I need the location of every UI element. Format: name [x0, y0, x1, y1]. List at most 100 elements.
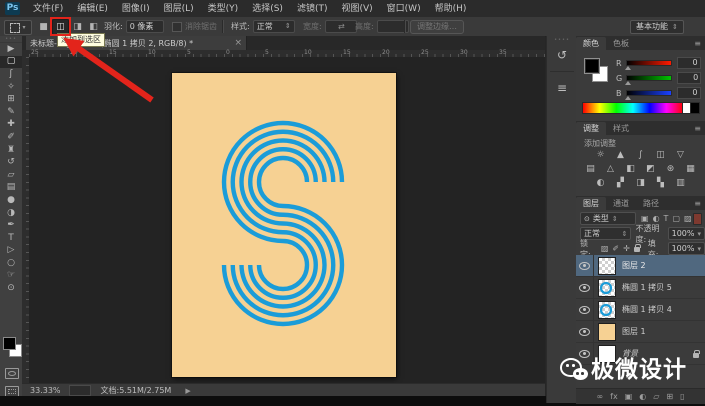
- tool-move-tool[interactable]: ▶: [0, 43, 22, 56]
- exposure-icon[interactable]: ◫: [654, 149, 667, 160]
- tool-lasso-tool[interactable]: ʃ: [0, 68, 22, 81]
- tab-channels[interactable]: 通道: [606, 197, 636, 210]
- tool-blur-tool[interactable]: ●: [0, 194, 22, 207]
- photo-filter-icon[interactable]: ◩: [644, 163, 657, 174]
- menu-item-image[interactable]: 图像(I): [115, 1, 157, 17]
- visibility-cell[interactable]: [576, 299, 594, 320]
- toolbar-grip[interactable]: •••: [0, 36, 22, 43]
- layer-thumbnail[interactable]: [598, 278, 616, 297]
- tool-path-selection-tool[interactable]: ▷: [0, 245, 22, 258]
- subtract-from-selection-button[interactable]: ◨: [70, 20, 85, 34]
- channel-slider[interactable]: [624, 60, 672, 70]
- lock-all-icon[interactable]: [633, 244, 641, 252]
- status-scrub-box[interactable]: [68, 385, 91, 396]
- tool-quick-selection-tool[interactable]: ✧: [0, 81, 22, 94]
- new-adjustment-layer-icon[interactable]: ◐: [639, 392, 646, 401]
- filter-smart-objects-icon[interactable]: ▨: [684, 214, 692, 223]
- layer-filter-type-select[interactable]: ⊙ 类型 ⇕: [580, 212, 636, 225]
- menu-item-select[interactable]: 选择(S): [245, 1, 290, 17]
- lock-image-pixels-icon[interactable]: ✐: [612, 244, 619, 253]
- tab-adjustments[interactable]: 调整: [576, 122, 606, 135]
- layer-row[interactable]: 图层 1: [576, 321, 705, 343]
- channel-slider[interactable]: [625, 75, 673, 85]
- canvas[interactable]: [172, 73, 396, 377]
- eye-icon[interactable]: [579, 305, 590, 314]
- color-balance-icon[interactable]: △: [604, 163, 617, 174]
- antialias-checkbox[interactable]: [172, 21, 182, 32]
- tool-preset-picker[interactable]: ▾: [4, 20, 32, 35]
- hue-saturation-icon[interactable]: ▤: [584, 163, 597, 174]
- tool-gradient-tool[interactable]: ▤: [0, 182, 22, 195]
- new-selection-button[interactable]: ■: [36, 20, 51, 34]
- tool-eyedropper-tool[interactable]: ✎: [0, 106, 22, 119]
- tab-styles[interactable]: 样式: [606, 122, 636, 135]
- eye-icon[interactable]: [579, 283, 590, 292]
- lock-position-icon[interactable]: ✛: [623, 244, 630, 253]
- channel-value-field[interactable]: 0: [677, 72, 702, 84]
- menu-item-window[interactable]: 窗口(W): [380, 1, 428, 17]
- vibrance-icon[interactable]: ▽: [674, 149, 687, 160]
- tool-hand-tool[interactable]: ☞: [0, 270, 22, 283]
- tool-rectangular-marquee-tool[interactable]: ▢: [0, 55, 22, 69]
- tool-ellipse-tool[interactable]: ○: [0, 257, 22, 270]
- visibility-cell[interactable]: [576, 277, 594, 298]
- opacity-select[interactable]: 100% ▾: [667, 227, 705, 240]
- selective-color-icon[interactable]: ▚: [654, 177, 667, 188]
- tool-clone-stamp-tool[interactable]: ♜: [0, 144, 22, 157]
- slider-marker-icon[interactable]: [624, 96, 631, 100]
- tab-color[interactable]: 颜色: [576, 37, 606, 50]
- foreground-color-swatch[interactable]: [584, 58, 600, 74]
- black-white-icon[interactable]: ◧: [624, 163, 637, 174]
- properties-panel-icon[interactable]: ≡: [547, 76, 577, 100]
- tool-eraser-tool[interactable]: ▱: [0, 169, 22, 182]
- delete-layer-icon[interactable]: ▯: [680, 392, 684, 401]
- new-group-icon[interactable]: ▱: [653, 392, 659, 401]
- tool-healing-brush-tool[interactable]: ✚: [0, 119, 22, 132]
- color-spectrum-ramp[interactable]: [582, 102, 684, 114]
- menu-item-view[interactable]: 视图(V): [334, 1, 379, 17]
- slider-marker-icon[interactable]: [624, 66, 631, 70]
- layer-row[interactable]: 图层 2: [576, 255, 705, 277]
- levels-icon[interactable]: ▲: [614, 149, 627, 160]
- channel-mixer-icon[interactable]: ⊛: [664, 163, 677, 174]
- layer-row[interactable]: 椭圆 1 拷贝 4: [576, 299, 705, 321]
- tab-swatches[interactable]: 色板: [606, 37, 636, 50]
- close-icon[interactable]: ×: [234, 38, 242, 48]
- tool-zoom-tool[interactable]: ⊙: [0, 282, 22, 295]
- panel-color-swatches[interactable]: [584, 58, 610, 84]
- tab-layers[interactable]: 图层: [576, 197, 606, 210]
- threshold-icon[interactable]: ◨: [634, 177, 647, 188]
- posterize-icon[interactable]: ▞: [614, 177, 627, 188]
- zoom-level-field[interactable]: 33.33%: [30, 386, 61, 395]
- menu-item-filter[interactable]: 滤镜(T): [290, 1, 335, 17]
- tab-paths[interactable]: 路径: [636, 197, 666, 210]
- layer-thumbnail[interactable]: [598, 322, 616, 341]
- layer-style-icon[interactable]: fx: [610, 392, 618, 401]
- link-layers-icon[interactable]: ∞: [596, 392, 603, 401]
- layer-thumbnail[interactable]: [598, 300, 616, 319]
- tool-type-tool[interactable]: T: [0, 232, 22, 245]
- tool-dodge-tool[interactable]: ◑: [0, 207, 22, 220]
- eye-icon[interactable]: [579, 327, 590, 336]
- layer-filter-toggle[interactable]: [693, 213, 702, 225]
- color-lookup-icon[interactable]: ▦: [684, 163, 697, 174]
- foreground-color-swatch[interactable]: [3, 337, 16, 350]
- menu-item-help[interactable]: 帮助(H): [428, 1, 474, 17]
- filter-shape-layers-icon[interactable]: ▢: [672, 214, 680, 223]
- refine-edge-button[interactable]: 调整边缘…: [410, 19, 464, 34]
- color-panel-menu-icon[interactable]: ≡: [690, 37, 705, 50]
- menu-item-layer[interactable]: 图层(L): [157, 1, 201, 17]
- status-expander-icon[interactable]: ▶: [185, 387, 190, 395]
- layers-panel-menu-icon[interactable]: ≡: [690, 197, 705, 210]
- swap-dimensions-icon[interactable]: ⇄: [338, 17, 345, 36]
- invert-icon[interactable]: ◐: [594, 177, 607, 188]
- visibility-cell[interactable]: [576, 321, 594, 342]
- menu-item-edit[interactable]: 编辑(E): [70, 1, 115, 17]
- foreground-background-colors[interactable]: [2, 336, 22, 358]
- curves-icon[interactable]: ∫: [634, 149, 647, 160]
- new-layer-icon[interactable]: ⊞: [666, 392, 673, 401]
- adjustments-panel-menu-icon[interactable]: ≡: [690, 122, 705, 135]
- slider-marker-icon[interactable]: [625, 81, 632, 85]
- add-layer-mask-icon[interactable]: ▣: [625, 392, 633, 401]
- history-panel-icon[interactable]: ↺: [547, 43, 577, 67]
